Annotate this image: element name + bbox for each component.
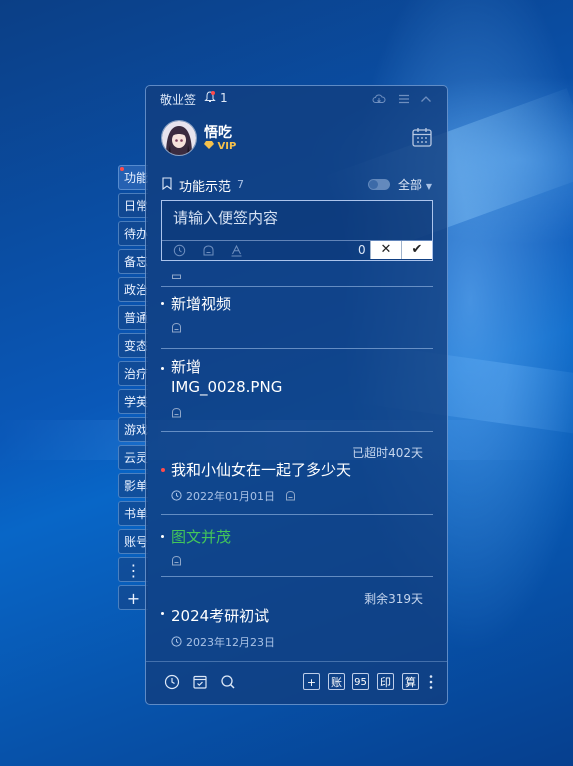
diamond-icon — [204, 141, 214, 149]
separator — [161, 431, 433, 432]
user-name: 悟吃 — [204, 125, 232, 141]
notification-count: 1 — [220, 91, 228, 105]
category-tab-4[interactable]: 政治 — [118, 277, 148, 302]
confirm-button[interactable]: ✔ — [401, 241, 432, 259]
note-input-placeholder: 请输入便签内容 — [173, 209, 279, 227]
category-tab-12[interactable]: 书单 — [118, 501, 148, 526]
category-tab-9[interactable]: 游戏 — [118, 417, 148, 442]
reminder-icon — [286, 490, 295, 501]
collapse-icon[interactable] — [419, 92, 433, 106]
category-tab-5[interactable]: 普通 — [118, 305, 148, 330]
remaining-status: 剩余319天 — [364, 592, 423, 606]
category-tab-7[interactable]: 治疗 — [118, 361, 148, 386]
group-name[interactable]: 功能示范 — [179, 176, 231, 195]
filter-dropdown[interactable]: 全部 ▼ — [398, 176, 432, 193]
text-color-icon[interactable] — [230, 244, 243, 257]
chevron-down-icon: ▼ — [425, 182, 432, 191]
separator — [161, 576, 433, 577]
bullet — [161, 302, 164, 305]
notes-panel: 敬业签 1 悟吃 VIP 功能示范 7 全部 ▼ 请输入便签内容 0 ✕ ✔ 新… — [145, 85, 448, 705]
bullet — [161, 367, 164, 370]
separator — [161, 286, 433, 287]
category-tab-10[interactable]: 云灵 — [118, 445, 148, 470]
note-title: 新增 — [171, 358, 202, 376]
add-note-button[interactable]: + — [303, 673, 320, 690]
search-icon[interactable] — [220, 674, 236, 690]
clock-icon[interactable] — [173, 244, 186, 257]
note-input[interactable]: 请输入便签内容 0 ✕ ✔ — [161, 200, 433, 261]
view-toggle[interactable] — [368, 179, 390, 190]
reminder-icon — [172, 555, 181, 566]
notification-dot — [211, 91, 215, 95]
calculator-button[interactable]: 算 — [402, 673, 419, 690]
category-tab-6[interactable]: 变态 — [118, 333, 148, 358]
unread-dot — [120, 167, 124, 171]
bullet-alert — [161, 468, 165, 472]
vip-badge: VIP — [204, 141, 236, 152]
cancel-button[interactable]: ✕ — [370, 241, 401, 259]
note-title: 新增视频 — [171, 295, 232, 313]
avatar[interactable] — [161, 120, 197, 156]
category-tab-3[interactable]: 备忘 — [118, 249, 148, 274]
cloud-sync-icon[interactable] — [372, 92, 386, 106]
bottom-toolbar: + 账 95 印 算 — [146, 661, 447, 704]
reminder-icon — [172, 274, 181, 279]
note-title-line2: IMG_0028.PNG — [171, 378, 283, 396]
calendar-icon[interactable] — [411, 126, 433, 148]
category-tab-11[interactable]: 影单 — [118, 473, 148, 498]
group-count: 7 — [237, 178, 244, 191]
print-button[interactable]: 印 — [377, 673, 394, 690]
note-title: 我和小仙女在一起了多少天 — [171, 461, 352, 479]
reminder-icon — [172, 407, 181, 418]
overdue-status: 已超时402天 — [352, 446, 423, 460]
category-tab-2[interactable]: 待办 — [118, 221, 148, 246]
category-tab-13[interactable]: 账号 — [118, 529, 148, 554]
category-tabs: 功能示范 日常 待办 备忘 政治 普通 变态 治疗 学英 游戏 云灵 影单 书单… — [118, 165, 148, 613]
note-title: 2024考研初试 — [171, 607, 270, 625]
group-header: 功能示范 7 全部 ▼ — [146, 174, 447, 195]
add-category-button[interactable]: + — [118, 585, 148, 610]
clock-icon — [171, 636, 182, 647]
calendar-check-icon[interactable] — [192, 674, 208, 690]
note-date: 2023年12月23日 — [186, 636, 275, 649]
num-95-button[interactable]: 95 — [352, 673, 369, 690]
reminder-icon[interactable] — [202, 244, 215, 257]
char-count: 0 — [358, 243, 366, 257]
note-list: 新增视频 新增 IMG_0028.PNG 已超时402天 我和小仙女在一起了多少… — [146, 264, 447, 664]
more-categories-button[interactable]: ⋮ — [118, 557, 148, 582]
title-bar: 敬业签 1 — [146, 86, 447, 112]
input-toolbar: 0 ✕ ✔ — [162, 240, 432, 260]
bullet — [161, 612, 164, 615]
note-date: 2022年01月01日 — [186, 490, 275, 503]
bullet — [161, 535, 164, 538]
note-title: 图文并茂 — [171, 528, 232, 546]
category-tab-8[interactable]: 学英 — [118, 389, 148, 414]
reminder-icon — [172, 322, 181, 333]
more-icon[interactable] — [429, 674, 433, 690]
separator — [161, 348, 433, 349]
separator — [161, 514, 433, 515]
clock-icon[interactable] — [164, 674, 180, 690]
menu-icon[interactable] — [397, 92, 411, 106]
category-tab-0[interactable]: 功能示范 — [118, 165, 148, 190]
account-button[interactable]: 账 — [328, 673, 345, 690]
app-title: 敬业签 — [160, 93, 197, 107]
bookmark-icon — [162, 177, 172, 190]
user-header: 悟吃 VIP — [146, 116, 447, 166]
clock-icon — [171, 490, 182, 501]
category-tab-1[interactable]: 日常 — [118, 193, 148, 218]
